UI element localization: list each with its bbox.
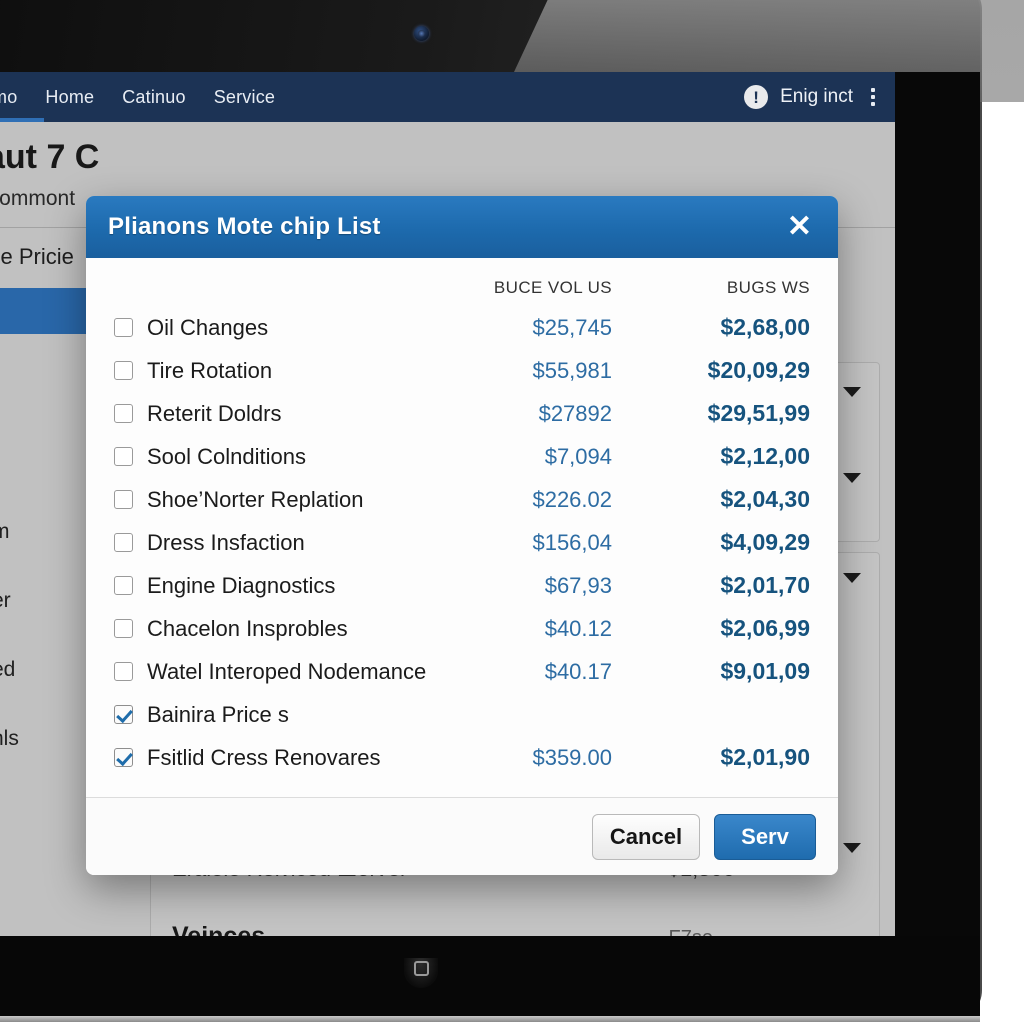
list-item-label: Dress Insfaction: [147, 529, 305, 555]
alert-circle-icon[interactable]: !: [744, 85, 769, 109]
list-item-label: Watel Interoped Nodemance: [147, 658, 427, 684]
list-item[interactable]: Reterit Doldrs $27892 $29,51,99: [86, 392, 838, 435]
home-button-square-icon: [413, 961, 429, 976]
cancel-button[interactable]: Cancel: [592, 813, 700, 860]
nav-item-catinuo-label: Catinuo: [122, 86, 186, 107]
list-item-name-cell: Watel Interoped Nodemance: [86, 659, 430, 685]
list-item[interactable]: Watel Interoped Nodemance $40.17 $9,01,09: [86, 650, 838, 693]
device-bottom-bezel: [0, 936, 980, 1018]
top-navigation-bar: mo Home Catinuo Service ! Enig inct: [0, 72, 895, 122]
modal-body: BUCE VOL US BUGS WS Oil Changes $25,745 $2…: [86, 258, 838, 797]
checkbox-unchecked-icon[interactable]: [114, 361, 133, 380]
device-right-bezel: [895, 72, 980, 936]
list-item-label: Engine Diagnostics: [147, 572, 336, 598]
device-base-chrome: [0, 1016, 980, 1022]
page-body: aut 7 C Commont age Pricie l m er ed nls…: [0, 122, 895, 936]
modal-title: Plianons Mote chip List: [108, 213, 381, 240]
list-item[interactable]: Fsitlid Cress Renovares $359.00 $2,01,90: [86, 736, 838, 779]
list-item-label: Tire Rotation: [147, 357, 273, 383]
checkbox-unchecked-icon[interactable]: [114, 576, 133, 595]
save-button[interactable]: Serv: [714, 813, 816, 860]
nav-links-group: mo Home Catinuo Service: [0, 72, 744, 122]
service-chip-list-modal: Plianons Mote chip List ✕ BUCE VOL US BU…: [86, 196, 838, 875]
list-item-value-b: $2,68,00: [720, 314, 810, 340]
nav-item-demo-label: mo: [0, 86, 18, 107]
column-header-value-b: BUGS WS: [726, 278, 810, 297]
list-item[interactable]: Dress Insfaction $156,04 $4,09,29: [86, 521, 838, 564]
list-item-value-a: $7,094: [544, 443, 612, 469]
nav-status-group: ! Enig inct: [744, 84, 881, 110]
nav-item-demo[interactable]: mo: [0, 72, 44, 122]
list-item-value-a: $40.17: [544, 658, 612, 684]
service-item-list: Oil Changes $25,745 $2,68,00 Tire Rotation $…: [86, 306, 838, 779]
column-header-value-a: BUCE VOL US: [493, 278, 612, 297]
list-item-value-a: $27892: [538, 400, 612, 426]
column-header-row: BUCE VOL US BUGS WS: [86, 258, 838, 306]
list-item[interactable]: Chacelon Insprobles $40.12 $2,06,99: [86, 607, 838, 650]
screen-viewport: mo Home Catinuo Service ! Enig inct aut …: [0, 72, 895, 936]
checkbox-unchecked-icon[interactable]: [114, 662, 133, 681]
checkbox-unchecked-icon[interactable]: [114, 404, 133, 423]
nav-status-label: Enig inct: [780, 86, 853, 107]
checkbox-checked-icon[interactable]: [114, 748, 133, 767]
list-item-name-cell: Fsitlid Cress Renovares: [86, 745, 430, 771]
list-item-value-b: $2,01,90: [720, 744, 810, 770]
modal-overlay: Plianons Mote chip List ✕ BUCE VOL US BU…: [0, 122, 895, 936]
list-item-name-cell: Engine Diagnostics: [86, 573, 430, 599]
nav-item-service-label: Service: [213, 86, 276, 107]
list-item-label: Sool Colnditions: [147, 443, 306, 469]
list-item-value-b: $2,01,70: [720, 572, 810, 598]
list-item-value-a: $67,93: [544, 572, 612, 598]
list-item-label: Fsitlid Cress Renovares: [147, 744, 381, 770]
list-item-value-a: $25,745: [532, 314, 612, 340]
modal-header: Plianons Mote chip List ✕: [86, 196, 838, 258]
list-item-name-cell: Dress Insfaction: [86, 530, 430, 556]
list-item-label: Reterit Doldrs: [147, 400, 282, 426]
nav-item-catinuo[interactable]: Catinuo: [122, 72, 185, 122]
list-item-name-cell: Reterit Doldrs: [86, 401, 430, 427]
nav-item-home[interactable]: Home: [45, 72, 94, 122]
list-item-value-a: $55,981: [532, 357, 612, 383]
list-item-value-b: $9,01,09: [720, 658, 810, 684]
list-item[interactable]: Shoe’Norter Replation $226.02 $2,04,30: [86, 478, 838, 521]
checkbox-unchecked-icon[interactable]: [114, 318, 133, 337]
list-item[interactable]: Bainira Price s: [86, 693, 838, 736]
close-x-icon[interactable]: ✕: [783, 210, 816, 244]
list-item-value-a: $226.02: [532, 486, 612, 512]
list-item-name-cell: Shoe’Norter Replation: [86, 487, 430, 513]
list-item-name-cell: Chacelon Insprobles: [86, 616, 430, 642]
nav-item-home-label: Home: [45, 86, 95, 107]
checkbox-unchecked-icon[interactable]: [114, 533, 133, 552]
list-item-value-a: $40.12: [544, 615, 612, 641]
checkbox-unchecked-icon[interactable]: [114, 490, 133, 509]
list-item[interactable]: Sool Colnditions $7,094 $2,12,00: [86, 435, 838, 478]
list-item-value-b: $4,09,29: [720, 529, 810, 555]
list-item-value-a: $156,04: [532, 529, 612, 555]
webcam-icon: [414, 26, 429, 41]
list-item-label: Oil Changes: [147, 314, 269, 340]
list-item-value-b: $20,09,29: [707, 357, 810, 383]
list-item[interactable]: Tire Rotation $55,981 $20,09,29: [86, 349, 838, 392]
list-item-label: Shoe’Norter Replation: [147, 486, 364, 512]
list-item-label: Chacelon Insprobles: [147, 615, 348, 641]
list-item-name-cell: Oil Changes: [86, 315, 430, 341]
list-item-name-cell: Sool Colnditions: [86, 444, 430, 470]
list-item-value-b: $2,06,99: [720, 615, 810, 641]
list-item-value-b: $2,04,30: [720, 486, 810, 512]
list-item[interactable]: Engine Diagnostics $67,93 $2,01,70: [86, 564, 838, 607]
list-item[interactable]: Oil Changes $25,745 $2,68,00: [86, 306, 838, 349]
list-item-name-cell: Bainira Price s: [86, 702, 430, 728]
nav-item-service[interactable]: Service: [214, 72, 275, 122]
modal-footer: Cancel Serv: [86, 797, 838, 875]
checkbox-unchecked-icon[interactable]: [114, 619, 133, 638]
list-item-name-cell: Tire Rotation: [86, 358, 430, 384]
list-item-value-b: $2,12,00: [720, 443, 810, 469]
checkbox-unchecked-icon[interactable]: [114, 447, 133, 466]
list-item-value-a: $359.00: [532, 744, 612, 770]
checkbox-checked-icon[interactable]: [114, 705, 133, 724]
kebab-menu-icon[interactable]: [865, 84, 881, 110]
list-item-value-b: $29,51,99: [707, 400, 810, 426]
list-item-label: Bainira Price s: [147, 701, 289, 727]
